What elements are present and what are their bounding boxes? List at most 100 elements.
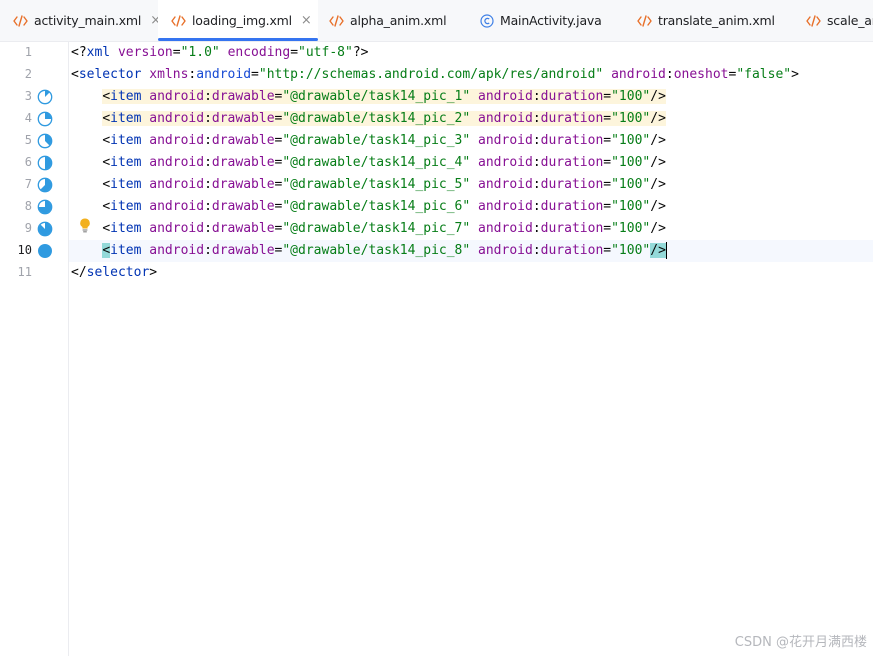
line-number: 3	[24, 89, 32, 103]
attr-value: "1.0"	[180, 45, 220, 60]
line-number: 8	[24, 199, 32, 213]
tab-label: alpha_anim.xml	[350, 13, 447, 28]
attr-name: duration	[540, 199, 604, 214]
tag-name: item	[110, 133, 142, 148]
xml-file-icon	[13, 14, 28, 27]
xml-file-icon	[637, 14, 652, 27]
frame-preview-icon[interactable]	[37, 243, 53, 259]
ns-prefix: android	[611, 67, 666, 82]
colon: :	[204, 89, 212, 104]
tab-scale-anim[interactable]: scale_an	[796, 0, 873, 41]
tab-alpha-anim[interactable]: alpha_anim.xml	[318, 0, 468, 41]
frame-preview-icon[interactable]	[37, 111, 53, 127]
attr-name: drawable	[211, 133, 275, 148]
equals: =	[603, 89, 612, 104]
code-line-10[interactable]: <item android:drawable="@drawable/task14…	[71, 240, 668, 262]
item-tag: <item android:drawable="@drawable/task14…	[102, 89, 666, 104]
attr-value: "100"	[611, 89, 651, 104]
tab-translate-anim[interactable]: translate_anim.xml	[626, 0, 796, 41]
tag-close: />	[650, 243, 666, 258]
item-tag: <item android:drawable="@drawable/task14…	[102, 221, 666, 236]
code-line-4[interactable]: <item android:drawable="@drawable/task14…	[71, 108, 666, 130]
frame-preview-icon[interactable]	[37, 199, 53, 215]
attr-value: "@drawable/task14_pic_8"	[282, 243, 471, 258]
code-line-3[interactable]: <item android:drawable="@drawable/task14…	[71, 86, 666, 108]
tag-close: >	[149, 265, 158, 280]
ns-prefix: android	[149, 243, 205, 258]
attr-name: drawable	[211, 111, 275, 126]
tag-open: <	[102, 177, 111, 192]
attr-name: encoding	[227, 45, 291, 60]
line-number: 7	[24, 177, 32, 191]
item-tag: <item android:drawable="@drawable/task14…	[102, 155, 666, 170]
item-tag: <item android:drawable="@drawable/task14…	[102, 177, 666, 192]
colon: :	[532, 199, 541, 214]
attr-value: "false"	[736, 67, 792, 82]
tab-loading-img[interactable]: loading_img.xml ×	[158, 0, 318, 41]
ns-prefix: android	[149, 221, 205, 236]
ns-prefix: android	[478, 243, 533, 258]
colon: :	[532, 133, 541, 148]
frame-preview-icon[interactable]	[37, 155, 53, 171]
active-tab-indicator	[158, 38, 318, 41]
equals: =	[290, 45, 299, 60]
tag-name: item	[110, 155, 142, 170]
tab-label: loading_img.xml	[192, 13, 292, 28]
colon: :	[532, 221, 541, 236]
tag-close: />	[650, 89, 666, 104]
tag-name: selector	[78, 67, 142, 82]
attr-name: duration	[540, 243, 604, 258]
attr-value: "100"	[611, 221, 651, 236]
ns-prefix: android	[478, 199, 533, 214]
code-line-2[interactable]: <selector xmlns:android="http://schemas.…	[71, 64, 799, 86]
item-tag: <item android:drawable="@drawable/task14…	[102, 199, 666, 214]
tab-main-activity[interactable]: MainActivity.java	[468, 0, 626, 41]
attr-value: "@drawable/task14_pic_2"	[282, 111, 471, 126]
code-line-5[interactable]: <item android:drawable="@drawable/task14…	[71, 130, 666, 152]
item-tag: <item android:drawable="@drawable/task14…	[102, 111, 666, 126]
attr-name: version	[117, 45, 173, 60]
ns-prefix: android	[478, 155, 533, 170]
tag-open: <	[102, 199, 111, 214]
code-line-7[interactable]: <item android:drawable="@drawable/task14…	[71, 174, 666, 196]
xml-file-icon	[171, 14, 186, 27]
line-number: 1	[24, 45, 32, 59]
attr-name: drawable	[211, 199, 275, 214]
attr-value: "@drawable/task14_pic_5"	[282, 177, 471, 192]
close-icon[interactable]: ×	[301, 13, 312, 28]
tag-open: <	[71, 67, 79, 82]
code-line-9[interactable]: <item android:drawable="@drawable/task14…	[71, 218, 666, 240]
code-line-8[interactable]: <item android:drawable="@drawable/task14…	[71, 196, 666, 218]
editor-tab-bar: activity_main.xml × loading_img.xml × al…	[0, 0, 873, 42]
tab-activity-main[interactable]: activity_main.xml ×	[0, 0, 161, 41]
code-line-6[interactable]: <item android:drawable="@drawable/task14…	[71, 152, 666, 174]
attr-value: "100"	[611, 177, 651, 192]
frame-preview-icon[interactable]	[37, 133, 53, 149]
text-cursor	[665, 242, 668, 259]
tag-close: />	[650, 111, 666, 126]
ns-prefix: android	[149, 155, 205, 170]
attr-name: drawable	[211, 221, 275, 236]
attr-name: duration	[540, 111, 604, 126]
attr-value: "@drawable/task14_pic_3"	[282, 133, 471, 148]
tab-label: scale_an	[827, 13, 873, 28]
frame-preview-icon[interactable]	[37, 177, 53, 193]
tag-close: />	[650, 199, 666, 214]
xml-decl-open: <?	[71, 45, 87, 60]
equals: =	[172, 45, 181, 60]
code-line-1[interactable]: <?xml version="1.0" encoding="utf-8"?>	[71, 42, 368, 64]
colon: :	[532, 89, 541, 104]
tag-open: <	[102, 243, 111, 258]
code-line-11[interactable]: </selector>	[71, 262, 157, 284]
frame-preview-icon[interactable]	[37, 89, 53, 105]
frame-preview-icon[interactable]	[37, 221, 53, 237]
tag-open: <	[102, 155, 111, 170]
tag-close: />	[650, 177, 666, 192]
colon: :	[204, 155, 212, 170]
xml-decl-name: xml	[86, 45, 111, 60]
